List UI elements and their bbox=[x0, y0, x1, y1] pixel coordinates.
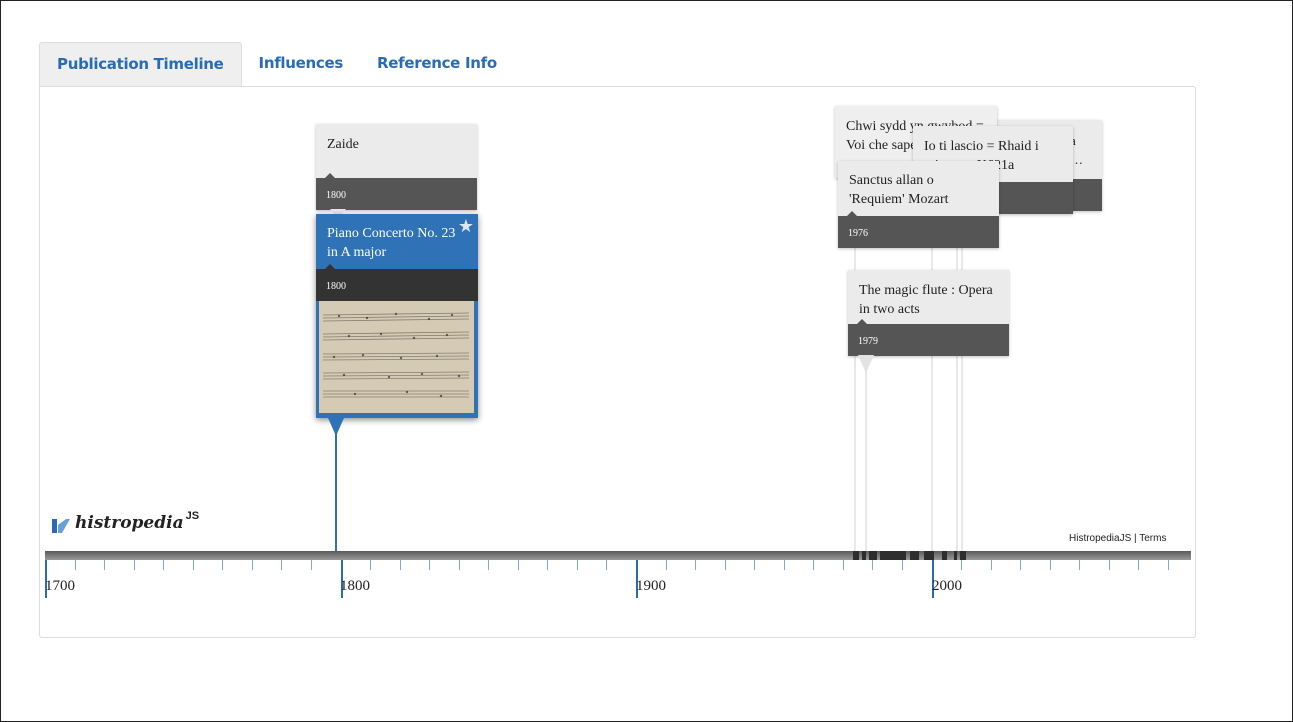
density-mark bbox=[910, 551, 919, 560]
tab-reference-info[interactable]: Reference Info bbox=[360, 42, 514, 86]
active-event-stem bbox=[335, 427, 337, 557]
event-stem bbox=[961, 207, 963, 551]
decade-tick bbox=[842, 560, 844, 570]
density-mark bbox=[862, 551, 866, 560]
decade-tick bbox=[1138, 560, 1140, 570]
decade-tick bbox=[74, 560, 76, 570]
density-mark bbox=[924, 551, 934, 560]
density-mark bbox=[880, 551, 906, 560]
decade-tick bbox=[458, 560, 460, 570]
decade-tick bbox=[961, 560, 963, 570]
decade-tick bbox=[1079, 560, 1081, 570]
tab-publication-timeline[interactable]: Publication Timeline bbox=[39, 42, 242, 86]
density-mark bbox=[942, 551, 947, 560]
decade-tick bbox=[133, 560, 135, 570]
tab-bar: Publication Timeline Influences Referenc… bbox=[39, 42, 514, 86]
decade-tick bbox=[783, 560, 785, 570]
star-icon[interactable]: ★ bbox=[458, 216, 474, 237]
histropedia-link[interactable]: HistropediaJS bbox=[1069, 533, 1131, 544]
tab-influences[interactable]: Influences bbox=[242, 42, 360, 86]
decade-tick bbox=[754, 560, 756, 570]
event-card-piano-concerto[interactable]: Piano Concerto No. 23 in A major 1800 ★ bbox=[316, 214, 478, 418]
decade-tick bbox=[517, 560, 519, 570]
decade-tick bbox=[990, 560, 992, 570]
density-mark bbox=[954, 551, 957, 560]
decade-tick bbox=[813, 560, 815, 570]
decade-tick bbox=[1108, 560, 1110, 570]
event-card-magic-flute[interactable]: The magic flute : Opera in two acts 1979 bbox=[848, 270, 1009, 356]
decade-tick bbox=[695, 560, 697, 570]
event-title: Zaide bbox=[327, 137, 359, 152]
year-label-2000: 2000 bbox=[932, 578, 962, 594]
decade-tick bbox=[370, 560, 372, 570]
histropedia-mark-icon bbox=[52, 519, 70, 533]
decade-tick bbox=[310, 560, 312, 570]
decade-tick bbox=[192, 560, 194, 570]
decade-tick bbox=[547, 560, 549, 570]
year-label-1800: 1800 bbox=[340, 578, 370, 594]
decade-tick bbox=[163, 560, 165, 570]
event-title: Piano Concerto No. 23 in A major bbox=[327, 226, 456, 260]
decade-tick bbox=[104, 560, 106, 570]
event-title: Sanctus allan o 'Requiem' Mozart bbox=[849, 173, 949, 207]
decade-tick bbox=[576, 560, 578, 570]
decade-tick bbox=[1167, 560, 1169, 570]
decade-tick bbox=[222, 560, 224, 570]
active-event-pointer bbox=[328, 418, 344, 436]
histropedia-logo[interactable]: histropedia JS bbox=[52, 510, 199, 533]
event-year: 1979 bbox=[848, 319, 1009, 356]
decade-tick bbox=[399, 560, 401, 570]
decade-tick bbox=[901, 560, 903, 570]
event-title: The magic flute : Opera in two acts bbox=[859, 283, 993, 317]
density-mark bbox=[853, 551, 859, 560]
event-stem bbox=[865, 357, 867, 551]
density-mark bbox=[869, 551, 877, 560]
terms-link[interactable]: Terms bbox=[1139, 533, 1166, 544]
decade-tick bbox=[429, 560, 431, 570]
footer-credit: HistropediaJS | Terms bbox=[1069, 533, 1167, 544]
event-card-zaide[interactable]: Zaide 1800 bbox=[316, 124, 477, 210]
event-year: 1800 bbox=[316, 173, 477, 210]
decade-tick bbox=[724, 560, 726, 570]
event-year: 1800 bbox=[316, 264, 478, 301]
decade-tick bbox=[1049, 560, 1051, 570]
decade-tick bbox=[665, 560, 667, 570]
event-stem bbox=[956, 207, 958, 551]
decade-tick bbox=[606, 560, 608, 570]
timeline-panel[interactable]: Zaide 1800 a… Chwi sydd yn gwybod = Voi … bbox=[39, 86, 1196, 638]
decade-tick bbox=[872, 560, 874, 570]
event-image[interactable] bbox=[319, 301, 474, 413]
event-card-sanctus[interactable]: Sanctus allan o 'Requiem' Mozart 1976 bbox=[838, 161, 999, 248]
year-label-1900: 1900 bbox=[636, 578, 666, 594]
event-stem bbox=[854, 217, 856, 551]
decade-tick bbox=[281, 560, 283, 570]
decade-tick bbox=[1020, 560, 1022, 570]
decade-tick bbox=[251, 560, 253, 570]
year-label-1700: 1700 bbox=[45, 578, 75, 594]
timeline-axis[interactable] bbox=[45, 551, 1191, 560]
event-pointer bbox=[858, 355, 874, 373]
density-mark bbox=[960, 551, 966, 560]
event-stem bbox=[931, 207, 933, 551]
event-year: 1976 bbox=[838, 211, 999, 248]
decade-tick bbox=[488, 560, 490, 570]
